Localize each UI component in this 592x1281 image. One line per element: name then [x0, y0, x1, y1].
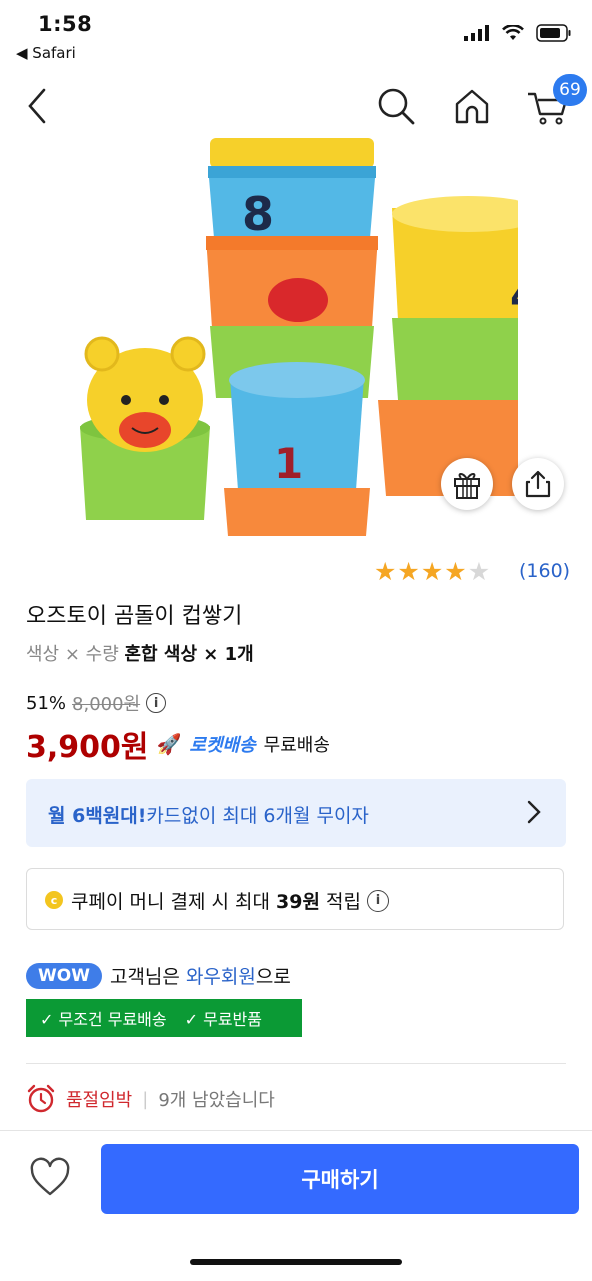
star-filled-icon: ★	[420, 557, 444, 586]
wifi-icon	[502, 25, 524, 40]
buy-button[interactable]: 구매하기	[101, 1144, 579, 1214]
svg-text:1: 1	[274, 439, 303, 488]
wow-member-label: 와우회원	[185, 966, 256, 988]
coupay-prefix: 쿠페이 머니 결제 시 최대	[71, 891, 276, 913]
chevron-right-icon	[527, 800, 541, 824]
coupay-amount: 39원	[276, 891, 320, 913]
battery-icon	[536, 24, 571, 42]
search-icon[interactable]	[376, 86, 416, 126]
wow-badge: WOW	[26, 962, 102, 989]
card-banner-text: 월 6백원대!카드없이 최대 6개월 무이자	[48, 801, 369, 828]
heart-icon[interactable]	[28, 1156, 72, 1200]
gift-icon	[454, 473, 480, 499]
info-icon[interactable]: i	[146, 693, 167, 713]
star-filled-icon: ★	[444, 557, 467, 586]
coin-icon: c	[45, 891, 63, 909]
discount-line: 51% 8,000원 i	[26, 690, 167, 716]
stock-status: 품절임박 | 9개 남았습니다	[26, 1084, 275, 1114]
back-arrow-icon[interactable]	[22, 86, 58, 126]
stock-separator: |	[142, 1088, 149, 1110]
status-icons	[464, 24, 572, 42]
wow-benefits-bar: ✓ 무조건 무료배송 ✓ 무료반품	[26, 999, 302, 1037]
coupay-suffix: 적립	[319, 891, 361, 913]
discount-rate: 51%	[26, 692, 67, 714]
svg-text:8: 8	[242, 187, 274, 241]
star-filled-icon: ★	[374, 557, 397, 586]
back-to-safari-link[interactable]: ◀ Safari	[16, 44, 76, 62]
stock-warning: 품절임박	[66, 1090, 133, 1111]
coupay-reward-box: c 쿠페이 머니 결제 시 최대 39원 적립 i	[26, 868, 564, 930]
wow-member-line: WOW 고객님은 와우회원으로	[26, 962, 291, 989]
rocket-icon: 🚀	[156, 732, 182, 756]
star-empty-icon: ★	[467, 557, 491, 586]
stock-remaining: 9개 남았습니다	[158, 1090, 275, 1111]
home-icon[interactable]	[452, 86, 492, 126]
product-title: 오즈토이 곰돌이 컵쌓기	[26, 604, 243, 629]
status-time: 1:58	[38, 12, 93, 36]
benefit-free-shipping: ✓ 무조건 무료배송	[40, 1010, 167, 1029]
wow-text-before: 고객님은	[109, 966, 186, 988]
star-filled-icon: ★	[397, 557, 420, 586]
product-option[interactable]: 색상 × 수량 혼합 색상 × 1개	[26, 640, 254, 666]
option-label: 색상 × 수량	[26, 644, 119, 665]
card-installment-banner[interactable]: 월 6백원대!카드없이 최대 6개월 무이자	[26, 779, 566, 847]
review-count-link[interactable]: (160)	[519, 560, 570, 582]
gift-button[interactable]	[441, 458, 493, 510]
rocket-delivery-label: 로켓배송	[189, 735, 256, 756]
rating-stars[interactable]: ★ ★ ★ ★ ★	[374, 559, 490, 585]
home-indicator	[190, 1259, 402, 1265]
coupay-text: 쿠페이 머니 결제 시 최대 39원 적립 i	[71, 887, 389, 914]
wow-text-after: 으로	[255, 966, 291, 988]
option-value: 혼합 색상 × 1개	[124, 644, 254, 665]
cellular-signal-icon	[464, 25, 489, 41]
svg-text:4: 4	[510, 271, 518, 320]
share-button[interactable]	[512, 458, 564, 510]
alarm-clock-icon	[27, 1084, 55, 1113]
card-banner-detail: 카드없이 최대 6개월 무이자	[146, 805, 369, 827]
benefit-free-return: ✓ 무료반품	[184, 1010, 262, 1029]
divider	[26, 1063, 566, 1064]
free-shipping-label: 무료배송	[263, 735, 330, 756]
original-price: 8,000원	[72, 694, 141, 715]
sale-price: 3,900원	[26, 730, 149, 765]
share-icon	[525, 470, 551, 498]
card-banner-highlight: 월 6백원대!	[48, 805, 147, 827]
price-line: 3,900원 🚀 로켓배송 무료배송	[26, 722, 330, 766]
info-icon[interactable]: i	[366, 889, 389, 912]
cart-count-badge: 69	[553, 74, 587, 106]
